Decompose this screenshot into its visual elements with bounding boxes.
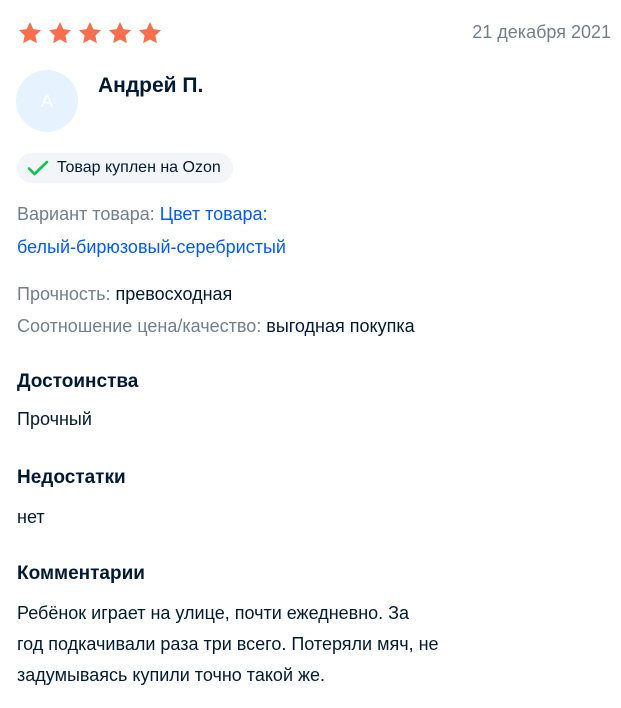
comments-title: Комментарии <box>17 563 145 584</box>
cons-text: нет <box>17 507 45 527</box>
property-label: Соотношение цена/качество: <box>17 316 262 336</box>
property-label: Прочность: <box>17 284 111 304</box>
star-icon <box>48 21 72 44</box>
pros-title: Достоинства <box>17 371 139 392</box>
star-icon <box>18 21 42 44</box>
comment-line: Ребёнок играет на улице, почти ежедневно… <box>17 603 410 623</box>
avatar[interactable]: А <box>16 70 78 132</box>
verified-purchase-label: Товар куплен на Ozon <box>57 159 221 176</box>
variant-value-line1: Цвет товара: <box>159 204 268 224</box>
pros-text: Прочный <box>17 409 92 429</box>
review-date: 21 декабря 2021 <box>472 22 611 42</box>
variant-label: Вариант товара: <box>17 204 155 224</box>
avatar-initial: А <box>40 90 53 111</box>
comment-text: Ребёнок играет на улице, почти ежедневно… <box>17 598 537 691</box>
check-icon <box>27 160 49 176</box>
star-icon <box>78 21 102 44</box>
property-durability: Прочность: превосходная <box>17 279 232 309</box>
product-variant: Вариант товара: Цвет товара: белый-бирюзо… <box>17 198 377 264</box>
comment-line: задумываясь купили точно такой же. <box>17 665 326 685</box>
property-price-quality: Соотношение цена/качество: выгодная поку… <box>17 311 415 341</box>
verified-purchase-badge: Товар куплен на Ozon <box>17 153 233 183</box>
rating-stars <box>17 20 163 46</box>
star-icon <box>108 21 132 44</box>
comment-line: год подкачивали раза три всего. Потеряли… <box>17 634 439 654</box>
property-value: выгодная покупка <box>266 316 415 336</box>
star-icon <box>138 21 162 44</box>
author-name[interactable]: Андрей П. <box>98 74 203 98</box>
review-card: 21 декабря 2021 А Андрей П. Товар куплен… <box>0 0 621 708</box>
cons-title: Недостатки <box>17 467 126 488</box>
property-value: превосходная <box>115 284 233 304</box>
variant-value-line2: белый-бирюзовый-серебристый <box>17 237 286 257</box>
